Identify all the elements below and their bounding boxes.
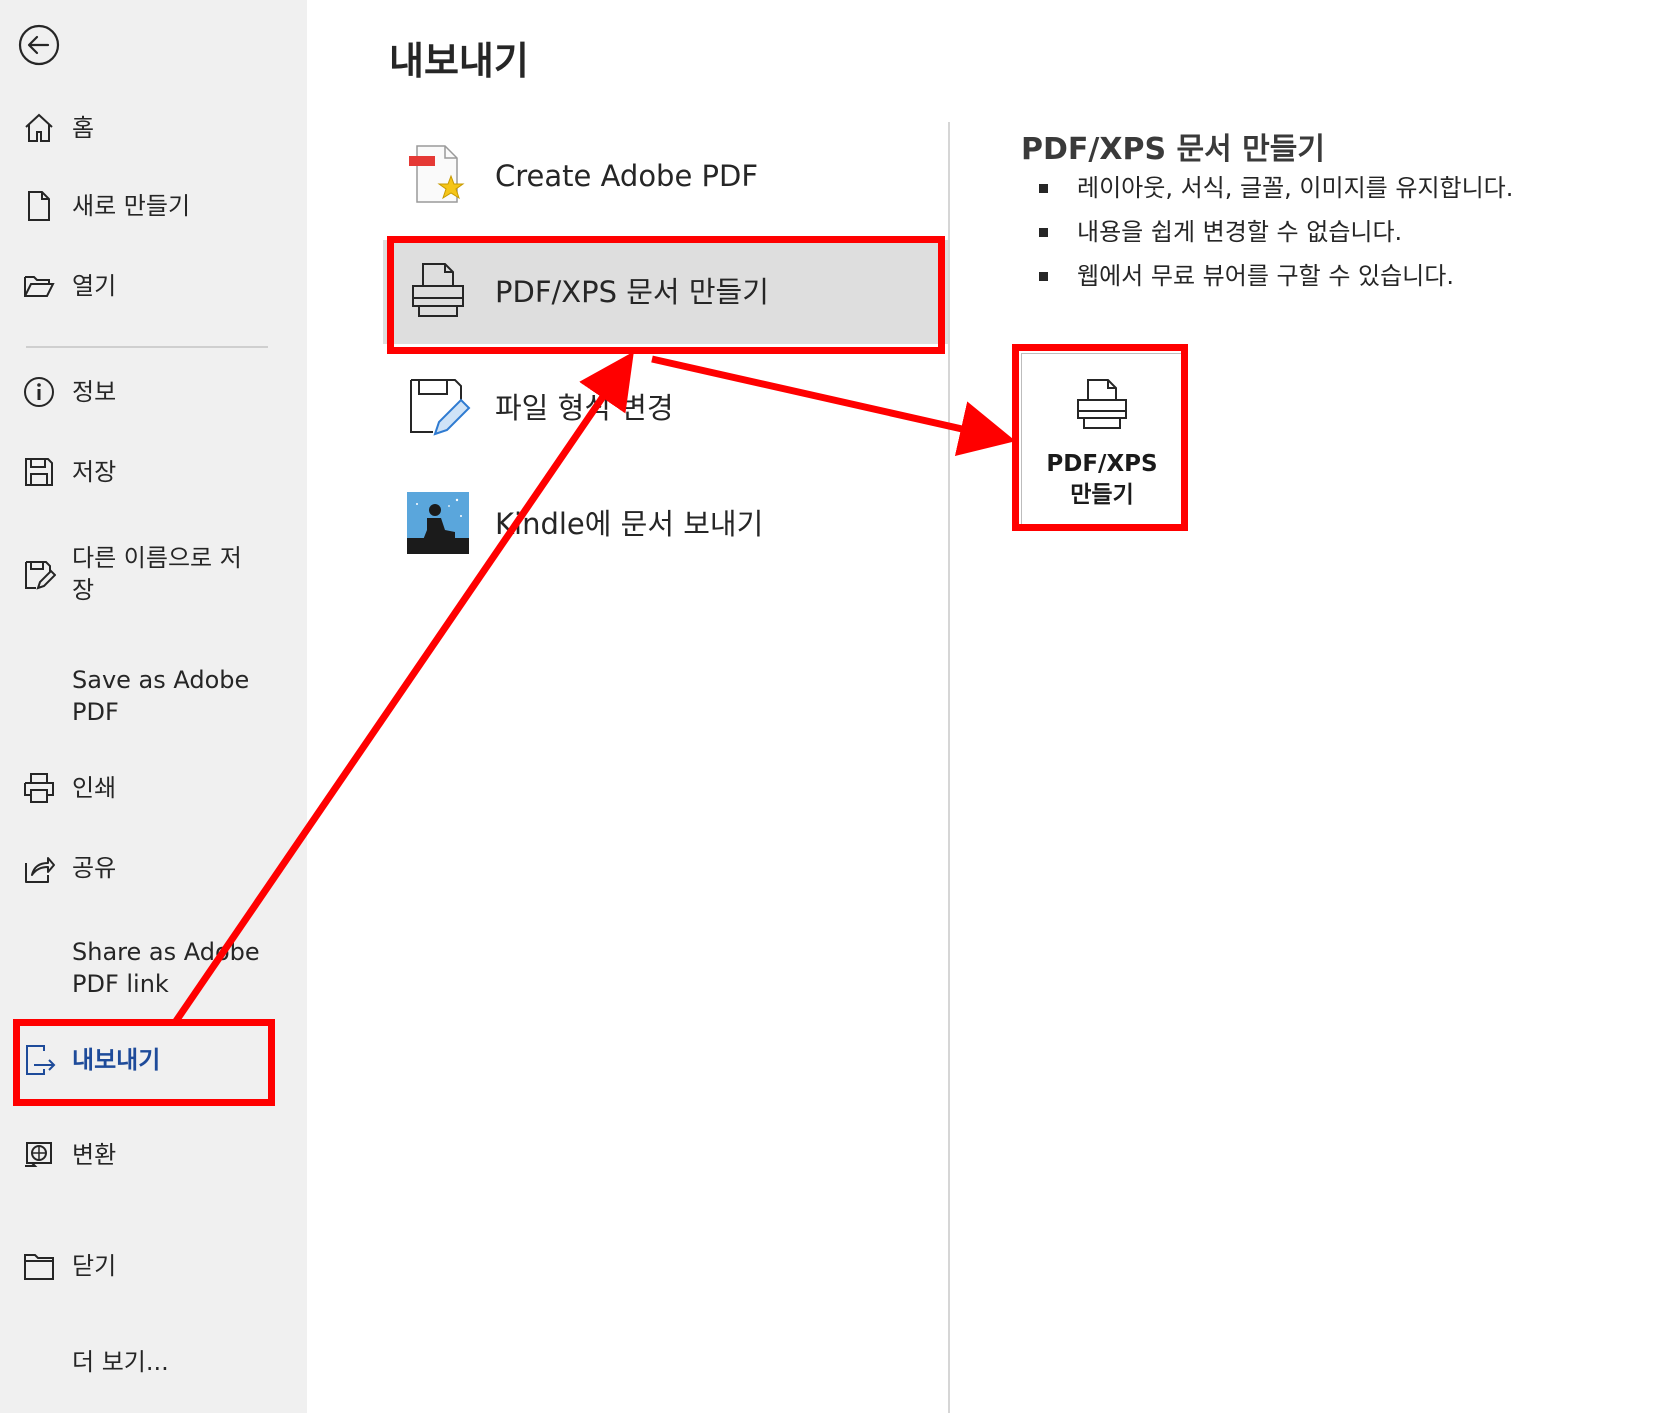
save-as-icon xyxy=(22,558,56,592)
sidebar-item-label: 새로 만들기 xyxy=(72,192,191,220)
sidebar-item-close[interactable]: 닫기 xyxy=(0,1246,307,1286)
back-arrow-icon xyxy=(18,24,60,66)
adobe-pdf-icon xyxy=(405,142,471,208)
detail-title: PDF/XPS 문서 만들기 xyxy=(1021,132,1325,167)
sidebar-item-info[interactable]: 정보 xyxy=(0,372,307,412)
sidebar-item-label: 더 보기... xyxy=(72,1348,169,1376)
save-icon xyxy=(22,455,56,489)
export-option-pdf-xps[interactable]: PDF/XPS 문서 만들기 xyxy=(383,240,949,344)
share-icon xyxy=(22,851,56,885)
export-option-label: PDF/XPS 문서 만들기 xyxy=(495,275,769,309)
pdf-xps-printer-icon xyxy=(405,258,471,324)
pane-divider xyxy=(948,122,950,1413)
sidebar-item-label: Save as Adobe PDF xyxy=(72,666,250,726)
sidebar-item-label: Share as Adobe PDF link xyxy=(72,938,260,998)
sidebar-item-label: 저장 xyxy=(72,458,117,486)
sidebar-item-save-as[interactable]: 다른 이름으로 저 장 xyxy=(0,542,307,608)
printer-icon xyxy=(22,771,56,805)
sidebar-item-home[interactable]: 홈 xyxy=(0,108,307,148)
export-option-send-to-kindle[interactable]: Kindle에 문서 보내기 xyxy=(383,472,949,576)
backstage-sidebar: 홈 새로 만들기 열기 정보 저장 다른 이름으로 저 장 Save as Ad… xyxy=(0,0,307,1413)
detail-bullet: 내용을 쉽게 변경할 수 없습니다. xyxy=(1027,210,1513,254)
detail-bullet: 웹에서 무료 뷰어를 구할 수 있습니다. xyxy=(1027,254,1513,298)
sidebar-item-label: 내보내기 xyxy=(72,1046,161,1074)
sidebar-item-new[interactable]: 새로 만들기 xyxy=(0,186,307,226)
sidebar-item-share[interactable]: 공유 xyxy=(0,848,307,888)
open-folder-icon xyxy=(22,269,56,303)
sidebar-divider xyxy=(26,346,268,348)
info-icon xyxy=(22,375,56,409)
sidebar-item-label: 공유 xyxy=(72,854,117,882)
sidebar-item-label: 정보 xyxy=(72,378,117,406)
detail-bullet: 레이아웃, 서식, 글꼴, 이미지를 유지합니다. xyxy=(1027,166,1513,210)
transform-icon xyxy=(22,1138,56,1172)
sidebar-item-label: 닫기 xyxy=(72,1252,117,1280)
export-option-label: 파일 형식 변경 xyxy=(495,391,674,425)
create-pdf-xps-button[interactable]: PDF/XPS 만들기 xyxy=(1021,353,1183,525)
export-option-change-file-type[interactable]: 파일 형식 변경 xyxy=(383,356,949,460)
detail-bullet-list: 레이아웃, 서식, 글꼴, 이미지를 유지합니다. 내용을 쉽게 변경할 수 없… xyxy=(1027,166,1513,298)
sidebar-item-more[interactable]: 더 보기... xyxy=(0,1342,307,1382)
home-icon xyxy=(22,111,56,145)
sidebar-item-print[interactable]: 인쇄 xyxy=(0,768,307,808)
sidebar-item-export[interactable]: 내보내기 xyxy=(0,1040,307,1080)
export-icon xyxy=(22,1043,56,1077)
sidebar-item-transform[interactable]: 변환 xyxy=(0,1135,307,1175)
sidebar-item-label: 다른 이름으로 저 장 xyxy=(72,544,242,604)
sidebar-item-label: 인쇄 xyxy=(72,774,117,802)
create-pdf-xps-button-label: PDF/XPS 만들기 xyxy=(1046,451,1158,508)
sidebar-item-open[interactable]: 열기 xyxy=(0,266,307,306)
export-pane: 내보내기 Create Adobe PDF PDF/XPS 문서 만들기 파일 … xyxy=(307,0,1670,1413)
sidebar-item-save[interactable]: 저장 xyxy=(0,452,307,492)
export-option-create-adobe-pdf[interactable]: Create Adobe PDF xyxy=(383,124,949,228)
new-document-icon xyxy=(22,189,56,223)
change-file-type-icon xyxy=(405,374,471,440)
sidebar-item-share-as-adobe-pdf-link[interactable]: Share as Adobe PDF link xyxy=(0,936,307,1002)
export-option-label: Create Adobe PDF xyxy=(495,159,759,193)
close-folder-icon xyxy=(22,1249,56,1283)
export-option-label: Kindle에 문서 보내기 xyxy=(495,507,764,541)
page-title: 내보내기 xyxy=(389,39,529,83)
sidebar-item-label: 열기 xyxy=(72,272,117,300)
back-button[interactable] xyxy=(17,23,61,67)
pdf-xps-printer-icon xyxy=(1074,376,1130,434)
sidebar-item-label: 홈 xyxy=(72,114,95,142)
sidebar-item-label: 변환 xyxy=(72,1141,117,1169)
kindle-icon xyxy=(405,490,471,556)
sidebar-item-save-as-adobe-pdf[interactable]: Save as Adobe PDF xyxy=(0,664,307,730)
